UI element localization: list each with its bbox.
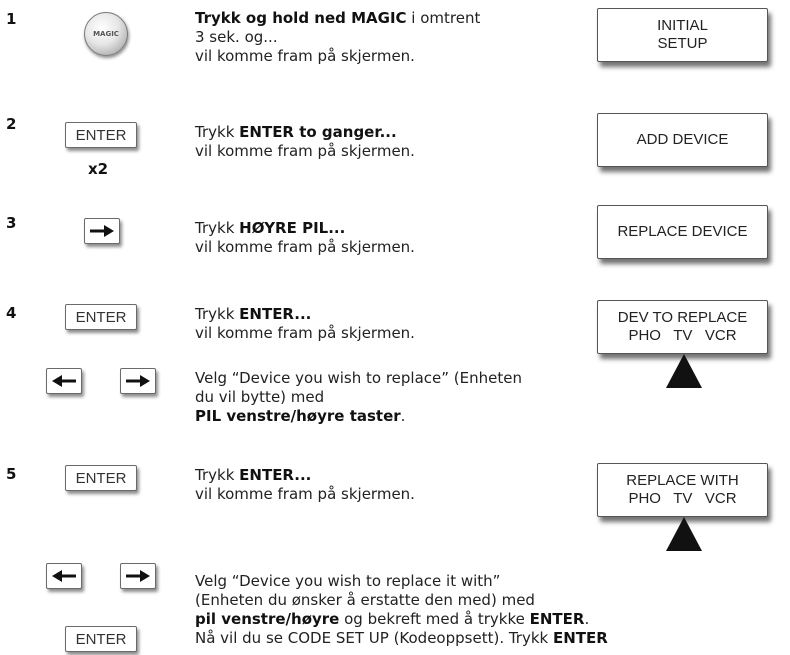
enter-key-icon: ENTER: [65, 304, 137, 330]
lcd-screen-replace-with: REPLACE WITH PHO TV VCR: [597, 463, 768, 517]
right-arrow-key-icon: [84, 218, 120, 244]
step-3-text: Trykk HØYRE PIL... vil komme fram på skj…: [195, 219, 415, 257]
instruction-text: Velg “Device you wish to replace” (Enhet…: [195, 369, 522, 387]
step-4-text: Trykk ENTER... vil komme fram på skjerme…: [195, 305, 415, 343]
selection-pointer-icon: [666, 354, 702, 388]
left-arrow-key-icon: [46, 368, 82, 394]
screen-line: INITIAL: [657, 17, 708, 34]
step-4-sub-text: Velg “Device you wish to replace” (Enhet…: [195, 369, 522, 426]
instruction-bold: ENTER...: [239, 466, 312, 484]
screen-line: REPLACE WITH: [626, 472, 739, 489]
instruction-text: 3 sek. og...: [195, 28, 278, 46]
lcd-screen-add-device: ADD DEVICE: [597, 113, 768, 167]
screen-line: PHO TV VCR: [628, 490, 737, 507]
screen-line: PHO TV VCR: [628, 327, 737, 344]
instruction-bold: ENTER: [529, 610, 585, 628]
step-2-text: Trykk ENTER to ganger... vil komme fram …: [195, 123, 415, 161]
step-number: 2: [6, 115, 17, 133]
instruction-bold: pil venstre/høyre: [195, 610, 340, 628]
step-number: 4: [6, 304, 17, 322]
selection-pointer-icon: [666, 517, 702, 551]
instruction-text: og bekreft med å trykke: [339, 610, 530, 628]
instruction-text: vil komme fram på skjermen.: [195, 47, 415, 65]
instruction-bold: ENTER: [553, 629, 608, 647]
instruction-text: Trykk: [195, 219, 240, 237]
enter-key-icon: ENTER: [65, 465, 137, 491]
instruction-text: vil komme fram på skjermen.: [195, 324, 415, 342]
enter-key-icon: ENTER: [65, 626, 137, 652]
magic-key-icon: MAGIC: [84, 12, 128, 56]
instruction-text: vil komme fram på skjermen.: [195, 238, 415, 256]
instruction-text: (Enheten du ønsker å erstatte den med) m…: [195, 591, 535, 609]
lcd-screen-replace-device: REPLACE DEVICE: [597, 205, 768, 259]
enter-key-icon: ENTER: [65, 122, 137, 148]
lcd-screen-initial-setup: INITIAL SETUP: [597, 8, 768, 62]
step-5-text: Trykk ENTER... vil komme fram på skjerme…: [195, 466, 415, 504]
instruction-text: Nå vil du se CODE SET UP (Kodeoppsett). …: [195, 629, 553, 647]
step-1-text: Trykk og hold ned MAGIC i omtrent 3 sek.…: [195, 9, 480, 66]
instruction-text: Trykk: [195, 123, 240, 141]
press-twice-label: x2: [88, 160, 109, 178]
instruction-text: .: [400, 407, 406, 425]
step-number: 1: [6, 10, 17, 28]
enter-key-label: ENTER: [75, 308, 127, 326]
instruction-text: i omtrent: [406, 9, 481, 27]
instruction-text: Velg “Device you wish to replace it with…: [195, 572, 501, 590]
instruction-bold: HØYRE PIL...: [239, 219, 346, 237]
instruction-text: .: [584, 610, 590, 628]
step-number: 5: [6, 465, 17, 483]
instruction-text: vil komme fram på skjermen.: [195, 485, 415, 503]
right-arrow-key-icon: [120, 563, 156, 589]
screen-line: ADD DEVICE: [636, 131, 729, 148]
right-arrow-key-icon: [120, 368, 156, 394]
screen-line: SETUP: [657, 35, 708, 52]
step-5-sub-text: Velg “Device you wish to replace it with…: [195, 572, 608, 648]
instruction-bold: ENTER...: [239, 305, 312, 323]
instruction-text: Trykk: [195, 305, 240, 323]
enter-key-label: ENTER: [75, 469, 127, 487]
screen-line: REPLACE DEVICE: [617, 223, 748, 240]
instruction-text: du vil bytte) med: [195, 388, 325, 406]
lcd-screen-dev-to-replace: DEV TO REPLACE PHO TV VCR: [597, 300, 768, 354]
instruction-bold: Trykk og hold ned MAGIC: [195, 9, 407, 27]
enter-key-label: ENTER: [75, 126, 127, 144]
instruction-text: Trykk: [195, 466, 240, 484]
instruction-bold: PIL venstre/høyre taster: [195, 407, 401, 425]
screen-line: DEV TO REPLACE: [617, 309, 748, 326]
step-number: 3: [6, 214, 17, 232]
enter-key-label: ENTER: [75, 630, 127, 648]
magic-key-label: MAGIC: [93, 30, 119, 38]
instruction-bold: ENTER to ganger...: [239, 123, 397, 141]
left-arrow-key-icon: [46, 563, 82, 589]
instruction-text: vil komme fram på skjermen.: [195, 142, 415, 160]
